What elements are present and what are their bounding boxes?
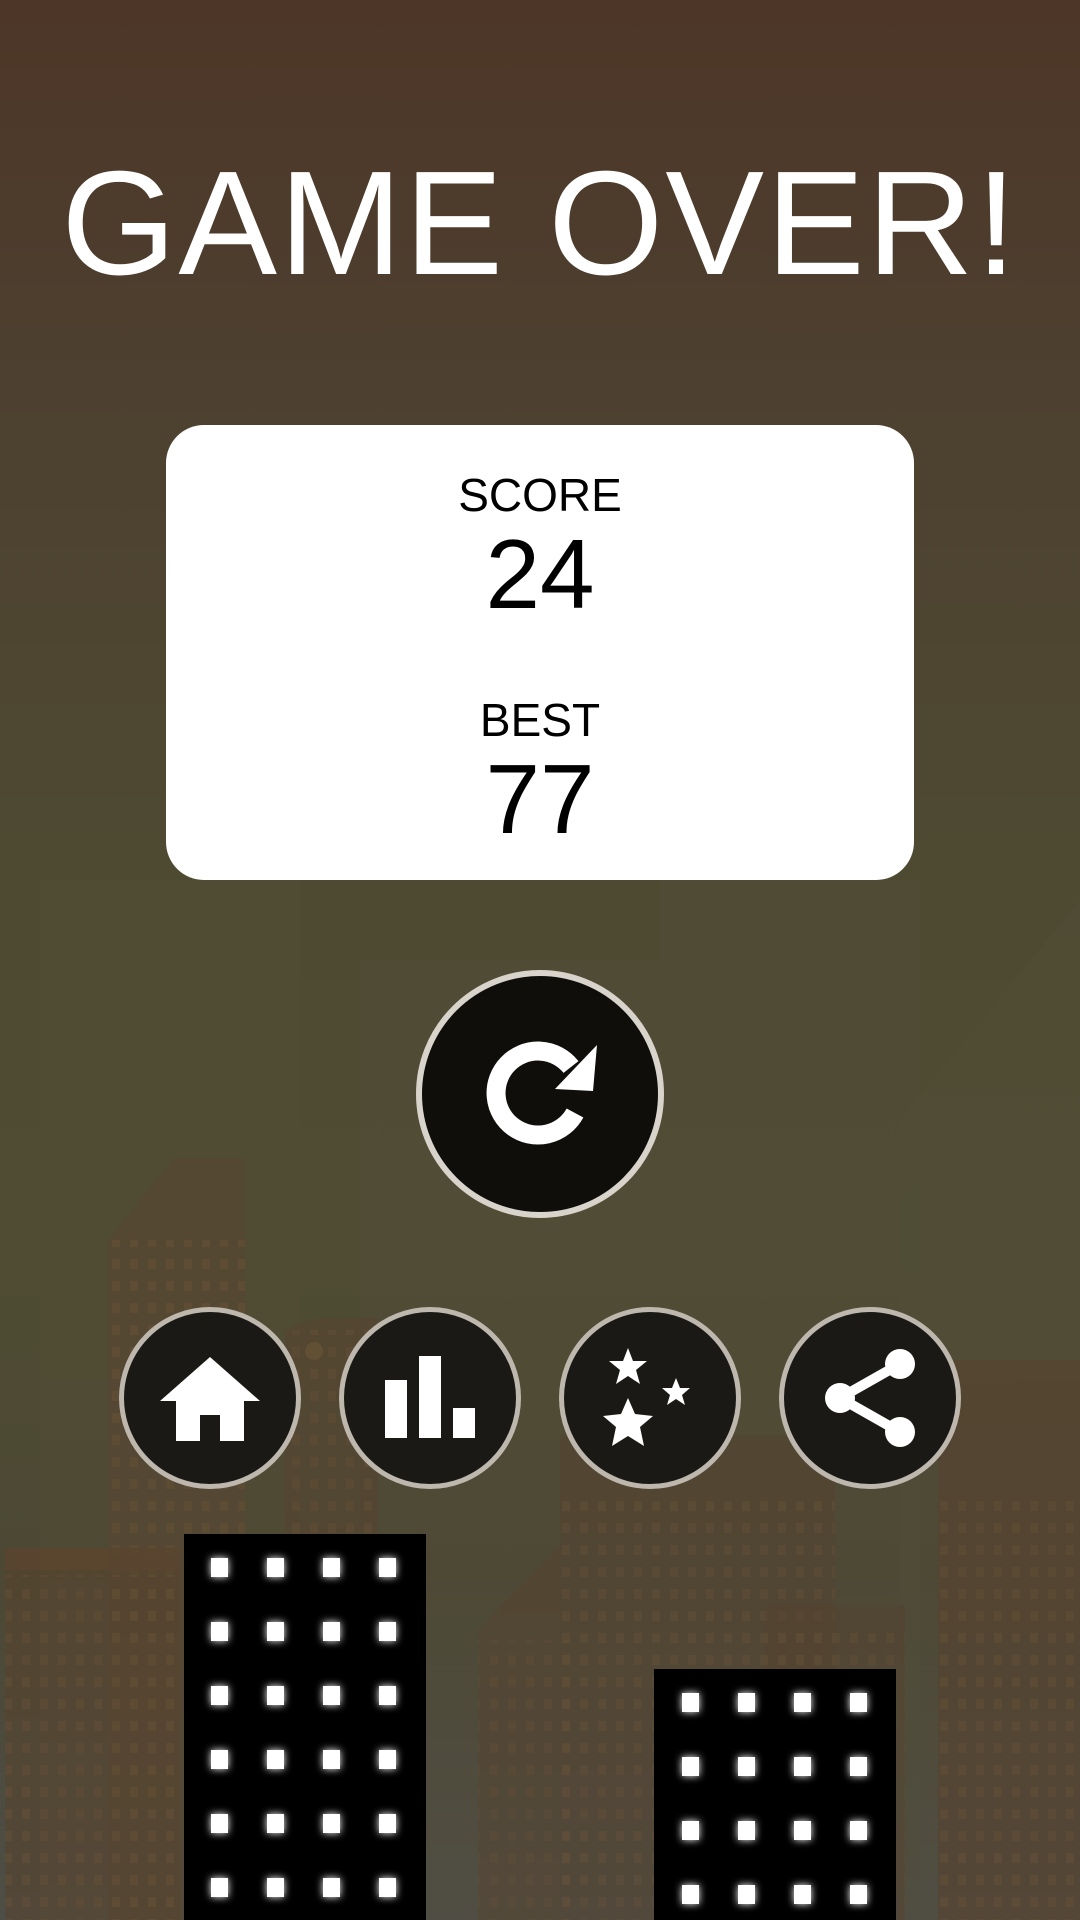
score-card: SCORE 24 BEST 77 [166, 425, 914, 880]
tower-window [211, 1622, 228, 1641]
tower-window [850, 1693, 867, 1712]
share-icon [822, 1348, 918, 1448]
tower-window [850, 1821, 867, 1840]
leaderboard-button[interactable] [339, 1307, 521, 1489]
tower-window [794, 1693, 811, 1712]
home-icon [158, 1353, 262, 1443]
rate-button[interactable] [559, 1307, 741, 1489]
tower-window [267, 1558, 284, 1577]
share-button[interactable] [779, 1307, 961, 1489]
tower-window [211, 1558, 228, 1577]
tower-window [738, 1757, 755, 1776]
stars-icon [600, 1346, 700, 1450]
tower-window [267, 1878, 284, 1897]
tower-window [379, 1558, 396, 1577]
tower-window [850, 1757, 867, 1776]
tower-window [794, 1757, 811, 1776]
tower-window [682, 1885, 699, 1904]
tower-window [379, 1622, 396, 1641]
tower-window [267, 1686, 284, 1705]
game-over-title: GAME OVER! [61, 141, 1019, 306]
restart-icon [475, 1029, 605, 1159]
tower-window [682, 1693, 699, 1712]
score-value: 24 [485, 519, 595, 629]
tower-window [211, 1686, 228, 1705]
tower-window [323, 1558, 340, 1577]
tower-window [323, 1878, 340, 1897]
tower-window [211, 1814, 228, 1833]
tower-window [738, 1693, 755, 1712]
tower-window [738, 1821, 755, 1840]
tower-window [682, 1821, 699, 1840]
best-value: 77 [485, 744, 595, 854]
tower-window [211, 1750, 228, 1769]
leaderboard-icon [385, 1356, 475, 1440]
tower-window [738, 1885, 755, 1904]
best-label: BEST [479, 694, 601, 746]
tower-window [850, 1885, 867, 1904]
score-label: SCORE [458, 469, 622, 521]
tower-window [211, 1878, 228, 1897]
tower-window [267, 1814, 284, 1833]
tower-left [184, 1534, 426, 1920]
tower-window [323, 1622, 340, 1641]
tower-window [323, 1750, 340, 1769]
tower-window [323, 1686, 340, 1705]
home-button[interactable] [119, 1307, 301, 1489]
tower-window [379, 1750, 396, 1769]
tower-window [794, 1821, 811, 1840]
tower-window [379, 1878, 396, 1897]
tower-window [267, 1750, 284, 1769]
tower-window [379, 1686, 396, 1705]
tower-window [379, 1814, 396, 1833]
restart-button[interactable] [416, 970, 664, 1218]
tower-window [267, 1622, 284, 1641]
tower-window [323, 1814, 340, 1833]
tower-window [682, 1757, 699, 1776]
tower-window [794, 1885, 811, 1904]
